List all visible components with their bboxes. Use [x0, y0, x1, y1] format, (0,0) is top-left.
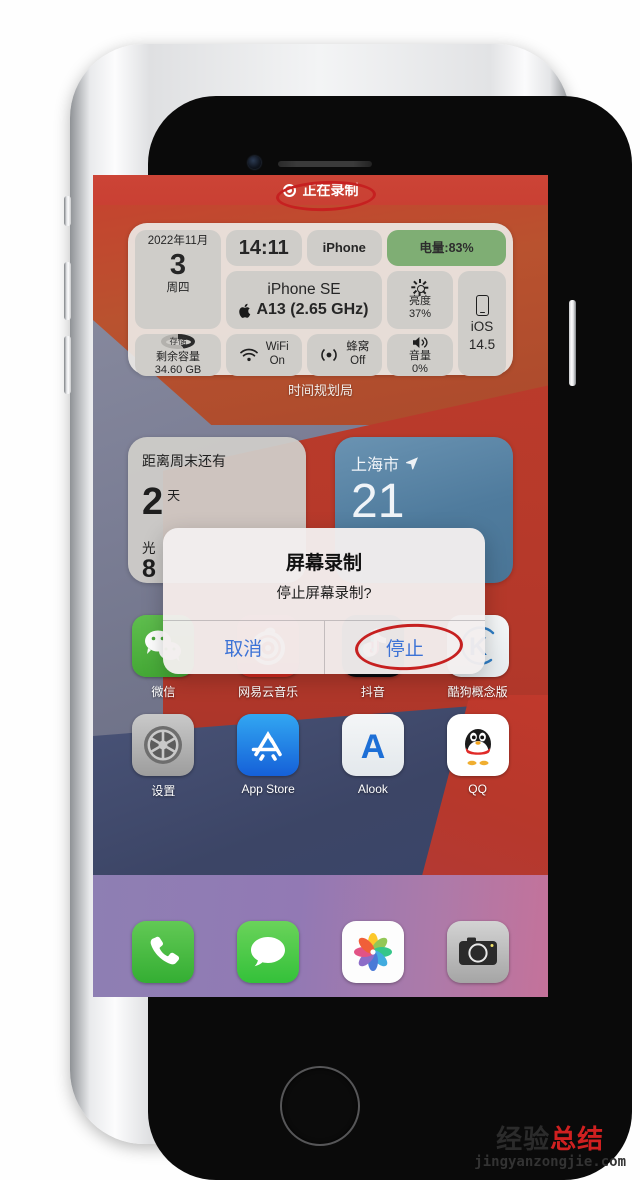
- watermark-cn-red: 总结: [550, 1125, 605, 1155]
- app-label: 设置: [151, 784, 176, 798]
- brightness-value: 37%: [408, 307, 432, 320]
- apple-logo-icon: [239, 303, 251, 318]
- countdown-value: 2: [142, 481, 164, 523]
- volume-value: 0%: [412, 362, 428, 375]
- date-weekday: 周四: [166, 282, 190, 295]
- screen-recording-alert: 屏幕录制 停止屏幕录制? 取消 停止: [163, 528, 485, 674]
- app-label: Alook: [357, 782, 388, 796]
- volume-cell: 音量 0%: [387, 334, 453, 376]
- iphone-device-icon: [475, 294, 489, 316]
- phone-screen: 正在录制 2022年11月 3 周四 14:11 iPhone 电量:83% i…: [93, 175, 548, 997]
- countdown-unit: 天: [167, 488, 181, 504]
- app-label: 微信: [151, 685, 176, 699]
- system-info-widget[interactable]: 2022年11月 3 周四 14:11 iPhone 电量:83% iPhone…: [128, 223, 513, 376]
- recording-label: 正在录制: [302, 182, 359, 198]
- storage-cell: 存储 剩余容量 34.60 GB: [135, 334, 221, 376]
- camera-icon[interactable]: [446, 921, 509, 983]
- battery-cell: 电量:83%: [387, 230, 506, 266]
- cellular-label: 蜂窝: [346, 341, 370, 354]
- brightness-label: 亮度: [409, 295, 431, 308]
- wifi-cell: WiFi On: [226, 334, 302, 376]
- stop-button[interactable]: 停止: [323, 621, 486, 674]
- app-label: 网易云音乐: [238, 685, 299, 699]
- app-store-icon: [237, 714, 300, 776]
- chip-label: A13 (2.65 GHz): [256, 301, 369, 319]
- alert-body: 屏幕录制 停止屏幕录制?: [163, 528, 485, 620]
- app-qq[interactable]: QQ: [440, 714, 516, 799]
- qq-penguin-icon: [446, 714, 509, 776]
- date-cell: 2022年11月 3 周四: [135, 230, 221, 329]
- mute-switch-button[interactable]: [64, 196, 71, 226]
- app-label: 抖音: [360, 685, 385, 699]
- device-model: iPhone SE: [267, 280, 341, 298]
- watermark-url: jingyanzongjie.com: [474, 1154, 626, 1170]
- date-month: 2022年11月: [147, 235, 209, 247]
- cellular-antenna-icon: [321, 348, 338, 362]
- widget-name-label: 时间规划局: [287, 383, 353, 398]
- watermark-cn-dark: 经验: [496, 1125, 551, 1155]
- record-dot-icon: [282, 183, 296, 197]
- app-app-store[interactable]: App Store: [230, 714, 306, 799]
- alert-actions: 取消 停止: [163, 620, 485, 674]
- alook-icon: A: [341, 714, 404, 776]
- status-bar-recording[interactable]: 正在录制: [93, 175, 548, 205]
- alert-title: 屏幕录制: [285, 553, 362, 574]
- dock: [93, 921, 548, 983]
- device-model-cell: iPhone SE A13 (2.65 GHz): [226, 271, 382, 329]
- power-button[interactable]: [569, 300, 576, 386]
- volume-up-button[interactable]: [64, 262, 71, 320]
- cancel-button[interactable]: 取消: [163, 621, 324, 674]
- ios-version-cell: iOS 14.5: [458, 271, 506, 376]
- home-button[interactable]: [280, 1066, 360, 1146]
- weather-city-row: 上海市: [351, 451, 497, 475]
- app-label: App Store: [241, 782, 295, 796]
- messages-icon[interactable]: [237, 921, 300, 983]
- countdown-value-wrap: 2天: [142, 483, 292, 521]
- storage-ring-icon: 存储: [161, 334, 195, 350]
- volume-label: 音量: [409, 350, 431, 363]
- settings-gear-icon: [132, 714, 195, 776]
- volume-down-button[interactable]: [64, 336, 71, 394]
- app-label: QQ: [468, 782, 487, 796]
- cellular-cell: 蜂窝 Off: [306, 334, 382, 376]
- earpiece-speaker: [278, 161, 372, 167]
- volume-speaker-icon: [412, 337, 428, 349]
- device-name-cell: iPhone: [306, 230, 382, 266]
- device-chip: A13 (2.65 GHz): [239, 301, 369, 319]
- photos-icon[interactable]: [341, 921, 404, 983]
- cellular-text: 蜂窝 Off: [346, 341, 369, 368]
- watermark: 经验总结 jingyanzongjie.com: [474, 1119, 626, 1170]
- app-alook[interactable]: A Alook: [335, 714, 411, 799]
- wifi-text: WiFi On: [266, 341, 289, 368]
- app-settings[interactable]: 设置: [125, 714, 201, 799]
- countdown-title: 距离周末还有: [142, 453, 226, 469]
- storage-value: 34.60 GB: [154, 363, 202, 376]
- brightness-cell: 亮度 37%: [387, 271, 453, 329]
- location-arrow-icon: [406, 457, 419, 470]
- storage-ring-label: 存储: [169, 335, 187, 346]
- wifi-value: On: [269, 355, 285, 367]
- clock-cell: 14:11: [226, 230, 302, 266]
- date-day: 3: [169, 248, 187, 281]
- wifi-label: WiFi: [265, 341, 289, 354]
- alert-message: 停止屏幕录制?: [276, 586, 372, 602]
- storage-label: 剩余容量: [156, 351, 200, 364]
- screenshot-root: 正在录制 2022年11月 3 周四 14:11 iPhone 电量:83% i…: [0, 0, 640, 1180]
- weather-city: 上海市: [351, 457, 400, 474]
- watermark-cn: 经验总结: [474, 1119, 626, 1156]
- app-label: 酷狗概念版: [447, 685, 508, 699]
- phone-icon[interactable]: [132, 921, 195, 983]
- ios-label: iOS: [470, 318, 494, 334]
- app-row-2: 设置 App Store A Alook QQ: [93, 714, 548, 799]
- cellular-value: Off: [350, 355, 366, 367]
- brightness-sun-icon: [411, 279, 429, 297]
- svg-text:A: A: [361, 728, 386, 766]
- front-camera-icon: [248, 156, 261, 169]
- wifi-icon: [239, 348, 258, 362]
- ios-version: 14.5: [468, 337, 496, 352]
- weather-temperature: 21: [351, 475, 405, 528]
